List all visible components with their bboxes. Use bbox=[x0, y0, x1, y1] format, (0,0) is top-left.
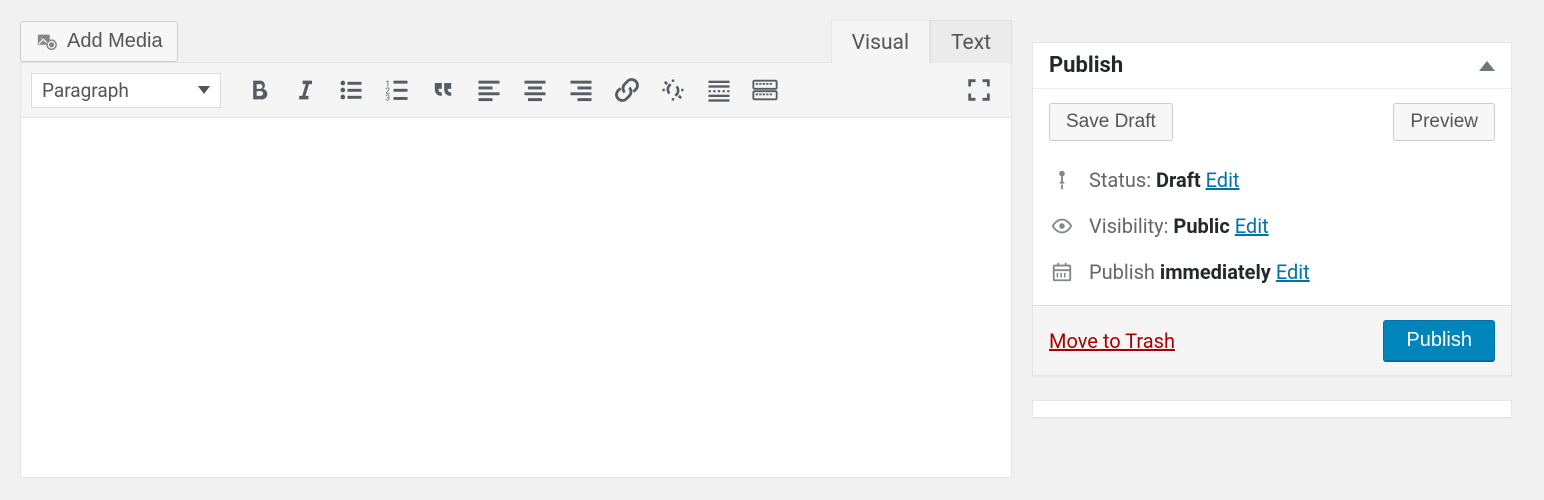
align-center-button[interactable] bbox=[513, 71, 557, 109]
chevron-down-icon bbox=[198, 86, 210, 94]
blockquote-button[interactable] bbox=[421, 71, 465, 109]
bold-button[interactable] bbox=[237, 71, 281, 109]
add-media-button[interactable]: Add Media bbox=[20, 21, 178, 62]
save-draft-button[interactable]: Save Draft bbox=[1049, 103, 1173, 141]
svg-text:3: 3 bbox=[385, 93, 390, 103]
format-select[interactable]: Paragraph bbox=[31, 73, 221, 108]
fullscreen-button[interactable] bbox=[957, 71, 1001, 109]
collapse-icon bbox=[1479, 61, 1495, 71]
bullet-list-icon bbox=[337, 76, 365, 104]
italic-icon bbox=[291, 76, 319, 104]
link-icon bbox=[613, 76, 641, 104]
editor-column: Add Media Visual Text Paragraph bbox=[20, 20, 1012, 478]
eye-icon bbox=[1049, 215, 1075, 237]
editor-content-area[interactable] bbox=[20, 118, 1012, 478]
bold-icon bbox=[245, 76, 273, 104]
numbered-list-icon: 123 bbox=[383, 76, 411, 104]
preview-label: Preview bbox=[1410, 111, 1478, 132]
editor-tabs: Visual Text bbox=[831, 20, 1012, 62]
schedule-value: immediately bbox=[1160, 260, 1271, 284]
publish-button-label: Publish bbox=[1406, 329, 1472, 351]
visibility-value: Public bbox=[1173, 214, 1229, 238]
save-draft-label: Save Draft bbox=[1066, 111, 1156, 132]
fullscreen-icon bbox=[965, 76, 993, 104]
format-select-label: Paragraph bbox=[42, 79, 129, 102]
insert-more-icon bbox=[705, 76, 733, 104]
pin-icon bbox=[1049, 169, 1075, 191]
status-value: Draft bbox=[1156, 168, 1201, 192]
link-button[interactable] bbox=[605, 71, 649, 109]
edit-schedule-link[interactable]: Edit bbox=[1276, 260, 1310, 284]
publish-box-toggle[interactable]: Publish bbox=[1033, 43, 1511, 89]
tab-text[interactable]: Text bbox=[930, 20, 1012, 63]
visibility-row: Visibility: Public Edit bbox=[1049, 203, 1495, 249]
publish-box-title: Publish bbox=[1049, 53, 1123, 78]
align-right-icon bbox=[567, 76, 595, 104]
align-center-icon bbox=[521, 76, 549, 104]
toolbar-toggle-button[interactable] bbox=[743, 71, 787, 109]
sidebar-column: Publish Save Draft Preview bbox=[1032, 20, 1512, 478]
schedule-row: Publish immediately Edit bbox=[1049, 249, 1495, 295]
unlink-button[interactable] bbox=[651, 71, 695, 109]
bullet-list-button[interactable] bbox=[329, 71, 373, 109]
keyboard-icon bbox=[751, 76, 779, 104]
edit-status-link[interactable]: Edit bbox=[1206, 168, 1240, 192]
italic-button[interactable] bbox=[283, 71, 327, 109]
publish-button[interactable]: Publish bbox=[1383, 320, 1495, 361]
align-right-button[interactable] bbox=[559, 71, 603, 109]
insert-more-button[interactable] bbox=[697, 71, 741, 109]
numbered-list-button[interactable]: 123 bbox=[375, 71, 419, 109]
preview-button[interactable]: Preview bbox=[1393, 103, 1495, 141]
tab-visual-label: Visual bbox=[852, 31, 909, 55]
blockquote-icon bbox=[429, 76, 457, 104]
tab-text-label: Text bbox=[951, 31, 991, 55]
status-row: Status: Draft Edit bbox=[1049, 157, 1495, 203]
align-left-button[interactable] bbox=[467, 71, 511, 109]
tab-visual[interactable]: Visual bbox=[831, 20, 930, 63]
edit-visibility-link[interactable]: Edit bbox=[1235, 214, 1269, 238]
status-label: Status: bbox=[1089, 168, 1151, 192]
unlink-icon bbox=[659, 76, 687, 104]
visibility-label: Visibility: bbox=[1089, 214, 1168, 238]
align-left-icon bbox=[475, 76, 503, 104]
add-media-label: Add Media bbox=[67, 30, 163, 53]
editor-toolbar: Paragraph 123 bbox=[20, 62, 1012, 118]
schedule-label: Publish bbox=[1089, 260, 1155, 284]
next-metabox bbox=[1032, 400, 1512, 418]
publish-box: Publish Save Draft Preview bbox=[1032, 42, 1512, 376]
move-to-trash-link[interactable]: Move to Trash bbox=[1049, 329, 1175, 353]
media-icon bbox=[35, 31, 59, 53]
calendar-icon bbox=[1049, 261, 1075, 283]
